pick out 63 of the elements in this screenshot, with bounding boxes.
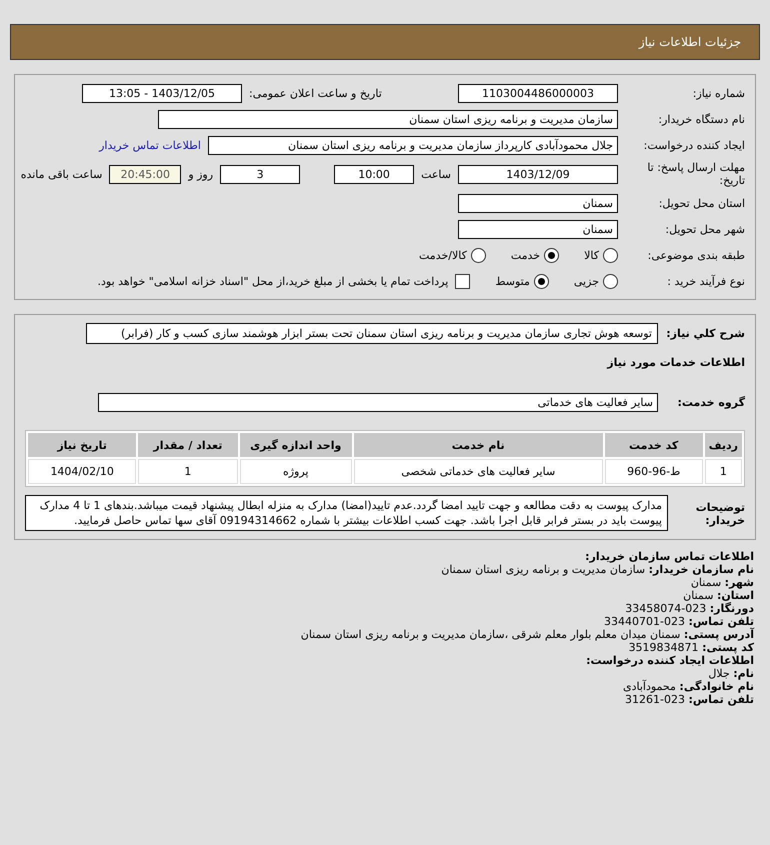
field-label: نوع فرآیند خرید : bbox=[666, 274, 745, 288]
buyer-contact-link[interactable]: اطلاعات تماس خریدار bbox=[99, 138, 201, 152]
field-label: شماره نیاز: bbox=[692, 86, 745, 100]
field-label: تاریخ و ساعت اعلان عمومی: bbox=[249, 86, 382, 100]
table-cell: پروژه bbox=[240, 459, 352, 484]
radio-label: خدمت bbox=[510, 248, 540, 262]
contact-line: نام: جلال bbox=[707, 667, 754, 680]
page-title: جزئیات اطلاعات نیاز bbox=[638, 35, 741, 49]
days-field: 3 bbox=[220, 164, 300, 184]
buyer-field: سازمان مدیریت و برنامه ریزی استان سمنان bbox=[158, 110, 618, 128]
service-group-field: سایر فعالیت های خدماتی bbox=[98, 392, 658, 412]
table-cell: 1 bbox=[138, 459, 238, 484]
field-label: ساعت bbox=[421, 168, 451, 180]
contact-line: استان: سمنان bbox=[682, 589, 754, 602]
summary-field: توسعه هوش تجاری سازمان مدیریت و برنامه ریزی استان سمنان تحت بستر ابزار هوشمند سازی کسب و کار (فرابر) bbox=[86, 323, 658, 344]
buyer-notes-field: مدارک پیوست به دقت مطالعه و جهت تایید امضا گردد.عدم تایید(امضا) مدارک به منزله ابطال پیشنهاد قیمت میباشد.بندهای 1 تا 4 مدارک پیوست باید در بستر فرابر قابل اجرا باشد. جهت کسب اطلاعات بیشتر با شماره 09194314662 آقای سها تماس حاصل فرمایید. bbox=[25, 495, 668, 531]
section-heading: اطلاعات تماس سازمان خریدار: bbox=[584, 550, 754, 563]
radio-label: متوسط bbox=[495, 274, 530, 288]
field-label: ساعت باقی مانده bbox=[20, 168, 102, 180]
deadline-date-field: 1403/12/09 bbox=[458, 164, 618, 184]
field-label: شهر محل تحویل: bbox=[664, 222, 745, 236]
radio-button[interactable] bbox=[603, 248, 618, 262]
radio-button[interactable] bbox=[534, 274, 549, 288]
deadline-time-field: 10:00 bbox=[334, 164, 414, 184]
field-label: استان محل تحویل: bbox=[658, 196, 745, 210]
province-field: سمنان bbox=[458, 194, 618, 212]
column-header: نام خدمت bbox=[354, 433, 603, 457]
column-header: ردیف bbox=[704, 433, 742, 457]
section-heading: اطلاعات ایجاد کننده درخواست: bbox=[585, 654, 754, 667]
contact-line: آدرس پستی: سمنان میدان معلم بلوار معلم شرقی ،سازمان مدیریت و برنامه ریزی استان سمنان bbox=[300, 628, 754, 641]
field-label: مهلت ارسال پاسخ: تا تاریخ: bbox=[646, 161, 745, 187]
column-header: واحد اندازه گیری bbox=[240, 433, 352, 457]
radio-button[interactable] bbox=[470, 248, 486, 262]
field-label: گروه خدمت: bbox=[676, 396, 745, 408]
radio-label: جزیی bbox=[574, 274, 599, 288]
checkbox-label: پرداخت تمام یا بخشی از مبلغ خرید،از محل "اسناد خزانه اسلامی" خواهد بود. bbox=[98, 274, 448, 288]
field-label: توضیحات خریدار: bbox=[694, 500, 745, 527]
field-label: طبقه بندی موضوعی: bbox=[646, 248, 745, 262]
city-field: سمنان bbox=[458, 220, 618, 238]
field-label: نام دستگاه خریدار: bbox=[657, 112, 745, 126]
table-cell: 1 bbox=[704, 459, 742, 484]
column-header: کد خدمت bbox=[604, 433, 703, 457]
contact-line: شهر: سمنان bbox=[690, 576, 754, 589]
table-cell: ط-96-960 bbox=[604, 459, 703, 484]
remaining-time-field: 20:45:00 bbox=[109, 164, 182, 184]
table-cell: سایر فعالیت های خدماتی شخصی bbox=[354, 459, 603, 484]
radio-button[interactable] bbox=[603, 274, 618, 288]
section-title: اطلاعات خدمات مورد نیاز bbox=[607, 356, 745, 368]
checkbox[interactable] bbox=[455, 274, 470, 288]
field-label: ایجاد کننده درخواست: bbox=[642, 138, 745, 152]
column-header: تعداد / مقدار bbox=[138, 433, 238, 457]
radio-label: کالا/خدمت bbox=[419, 248, 467, 262]
field-label: شرح کلي نياز: bbox=[665, 327, 745, 340]
contact-line: نام سازمان خریدار: سازمان مدیریت و برنامه ریزی استان سمنان bbox=[440, 563, 754, 576]
radio-button[interactable] bbox=[544, 248, 560, 262]
field-label: روز و bbox=[188, 168, 214, 180]
table-cell: 1404/02/10 bbox=[28, 459, 136, 484]
radio-label: کالا bbox=[584, 248, 599, 262]
need-number-field: 1103004486000003 bbox=[458, 84, 618, 102]
column-header: تاریخ نیاز bbox=[28, 433, 136, 457]
announce-date-field: 1403/12/05 - 13:05 bbox=[82, 84, 242, 102]
contact-line: نام خانوادگی: محمودآبادی bbox=[622, 680, 754, 693]
creator-field: جلال محمودآبادی کارپرداز سازمان مدیریت و برنامه ریزی استان سمنان bbox=[208, 136, 618, 154]
